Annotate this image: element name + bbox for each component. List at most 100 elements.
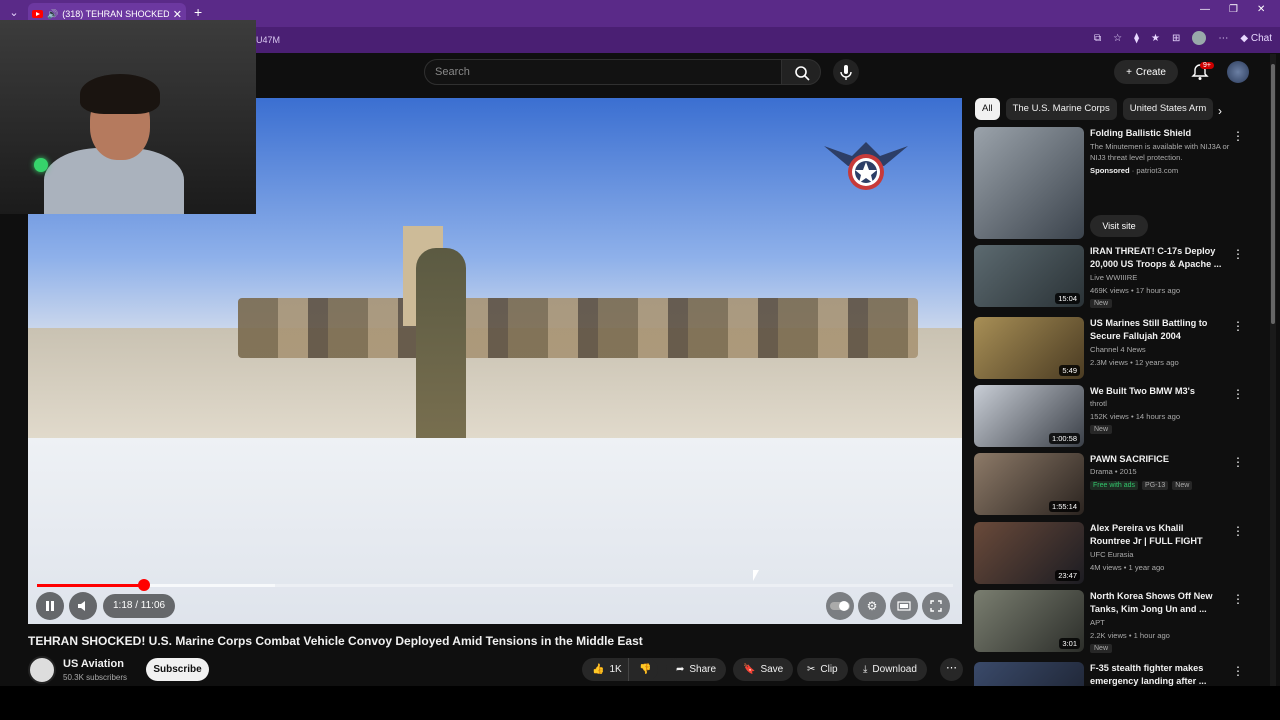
recommended-video-title[interactable]: US Marines Still Battling to Secure Fall… [1090, 317, 1225, 343]
collections-icon[interactable]: ⊞ [1172, 33, 1180, 44]
recommended-channel[interactable]: Drama • 2015 [1090, 467, 1137, 476]
app-available-icon[interactable]: ⧉ [1094, 33, 1101, 44]
video-thumbnail[interactable]: 1:55:14 [974, 453, 1084, 515]
recommended-video-title[interactable]: PAWN SACRIFICE [1090, 453, 1225, 466]
ad-site: patriot3.com [1136, 166, 1179, 175]
dislike-button[interactable]: 👎 [628, 658, 658, 681]
recommended-video-title[interactable]: We Built Two BMW M3's [1090, 385, 1225, 398]
video-duration: 5:49 [1059, 365, 1080, 376]
volume-icon [78, 601, 85, 611]
subscribe-button[interactable]: Subscribe [146, 658, 209, 681]
free-with-ads-badge: Free with ads [1090, 481, 1139, 490]
webcam-overlay [0, 20, 256, 214]
progress-bar[interactable] [37, 579, 953, 591]
more-vert-icon[interactable]: ⋮ [1232, 319, 1244, 333]
url-text[interactable]: U47M [256, 35, 280, 45]
recommended-video[interactable]: 15:04 IRAN THREAT! C-17s Deploy 20,000 US… [974, 245, 1249, 311]
recommended-video[interactable]: 1:00:58 We Built Two BMW M3's ⋮ throtl 152K … [974, 385, 1249, 451]
more-vert-icon[interactable]: ⋮ [1232, 387, 1244, 401]
more-vert-icon[interactable]: ⋮ [1232, 524, 1244, 538]
more-vert-icon[interactable]: ⋮ [1232, 664, 1244, 678]
share-button[interactable]: ➦ Share [666, 658, 727, 681]
filter-chip[interactable]: All [975, 98, 1000, 120]
user-avatar[interactable] [1227, 61, 1249, 83]
pause-button[interactable] [36, 592, 64, 620]
save-button[interactable]: 🔖 Save [733, 658, 794, 681]
filter-chip[interactable]: United States Arm [1122, 98, 1214, 120]
recommended-channel[interactable]: Channel 4 News [1090, 345, 1146, 354]
autoplay-toggle[interactable] [826, 592, 854, 620]
more-vert-icon[interactable]: ⋮ [1232, 455, 1244, 469]
search-button[interactable] [781, 59, 821, 85]
recommended-video[interactable]: 1:55:14 PAWN SACRIFICE ⋮ Drama • 2015 Free w… [974, 453, 1249, 519]
recommended-channel[interactable]: Live WWIIIRE [1090, 273, 1137, 282]
recommended-video-title[interactable]: F-35 stealth fighter makes emergency lan… [1090, 662, 1225, 688]
search-icon [795, 66, 810, 81]
sponsored-label: Sponsored [1090, 166, 1130, 175]
recommended-channel[interactable]: UFC Eurasia [1090, 550, 1133, 559]
clip-button[interactable]: ✂ Clip [797, 658, 848, 681]
theater-mode-button[interactable] [890, 592, 918, 620]
youtube-favicon-icon [32, 10, 43, 18]
download-icon: ⤓ [863, 664, 868, 675]
recommended-video[interactable]: 5:49 US Marines Still Battling to Secure … [974, 317, 1249, 383]
favorite-star-icon[interactable]: ☆ [1113, 33, 1122, 44]
settings-button[interactable]: ⚙ [858, 592, 886, 620]
channel-avatar[interactable] [28, 656, 56, 684]
recommended-video[interactable]: 23:47 Alex Pereira vs Khalil Rountree Jr … [974, 522, 1249, 588]
more-options-icon[interactable]: ⋯ [1218, 33, 1228, 44]
fullscreen-button[interactable] [922, 592, 950, 620]
bookmark-icon: 🔖 [743, 664, 756, 675]
video-thumbnail[interactable]: 5:49 [974, 317, 1084, 379]
pause-icon [46, 601, 54, 611]
create-button[interactable]: + Create [1114, 60, 1178, 84]
more-actions-button[interactable]: ⋯ [940, 658, 963, 681]
maximize-icon[interactable]: ❐ [1229, 4, 1238, 15]
extensions-icon[interactable]: ⧫ [1134, 33, 1139, 44]
speaker-icon[interactable]: 🔊 [47, 9, 58, 20]
chevron-right-icon[interactable]: › [1218, 104, 1222, 118]
close-tab-icon[interactable]: ✕ [173, 8, 182, 21]
recommended-video-title[interactable]: Folding Ballistic Shield [1090, 127, 1225, 140]
recommended-channel[interactable]: throtl [1090, 399, 1107, 408]
video-thumbnail[interactable]: 1:00:58 [974, 385, 1084, 447]
video-thumbnail[interactable]: 3:01 [974, 590, 1084, 652]
video-duration: 15:04 [1055, 293, 1080, 304]
new-badge: New [1090, 299, 1113, 308]
screen: ⌄ 🔊 (318) TEHRAN SHOCKED! U.S. ✕ + — ❐ ✕… [0, 0, 1280, 720]
new-tab-icon[interactable]: + [194, 4, 202, 20]
video-thumbnail[interactable] [974, 127, 1084, 239]
channel-name[interactable]: US Aviation [63, 658, 124, 670]
recommended-video-title[interactable]: Alex Pereira vs Khalil Rountree Jr | FUL… [1090, 522, 1225, 548]
voice-search-button[interactable] [833, 59, 859, 85]
visit-site-button[interactable]: Visit site [1090, 215, 1148, 237]
video-thumbnail[interactable]: 23:47 [974, 522, 1084, 584]
filter-chip[interactable]: The U.S. Marine Corps [1005, 98, 1117, 120]
recommended-video[interactable]: 3:01 North Korea Shows Off New Tanks, Kim… [974, 590, 1249, 656]
tab-title: (318) TEHRAN SHOCKED! U.S. [62, 9, 169, 19]
channel-watermark-logo [824, 142, 908, 190]
close-window-icon[interactable]: ✕ [1257, 4, 1265, 15]
recommended-video-title[interactable]: IRAN THREAT! C-17s Deploy 20,000 US Troo… [1090, 245, 1225, 271]
recommended-channel[interactable]: APT [1090, 618, 1105, 627]
more-vert-icon[interactable]: ⋮ [1232, 592, 1244, 606]
search-input[interactable]: Search [424, 59, 782, 85]
volume-button[interactable] [69, 592, 97, 620]
scrollbar-thumb[interactable] [1271, 64, 1275, 324]
plus-icon: + [1126, 66, 1132, 78]
minimize-icon[interactable]: — [1200, 4, 1210, 15]
favorites-icon[interactable]: ★ [1151, 33, 1160, 44]
chat-label: Chat [1250, 32, 1272, 44]
ad-description: The Minutemen is available with NIJ3A or… [1090, 142, 1230, 162]
share-label: Share [689, 664, 717, 675]
recommended-video-title[interactable]: North Korea Shows Off New Tanks, Kim Jon… [1090, 590, 1225, 616]
download-button[interactable]: ⤓ Download [853, 658, 927, 681]
fullscreen-icon [930, 600, 942, 612]
page-scrollbar[interactable] [1270, 54, 1276, 686]
profile-avatar[interactable] [1192, 31, 1207, 45]
download-label: Download [872, 664, 917, 675]
create-label: Create [1135, 66, 1166, 78]
more-vert-icon[interactable]: ⋮ [1232, 247, 1244, 261]
copilot-chat-button[interactable]: ◆ Chat [1240, 33, 1272, 44]
video-thumbnail[interactable]: 15:04 [974, 245, 1084, 307]
